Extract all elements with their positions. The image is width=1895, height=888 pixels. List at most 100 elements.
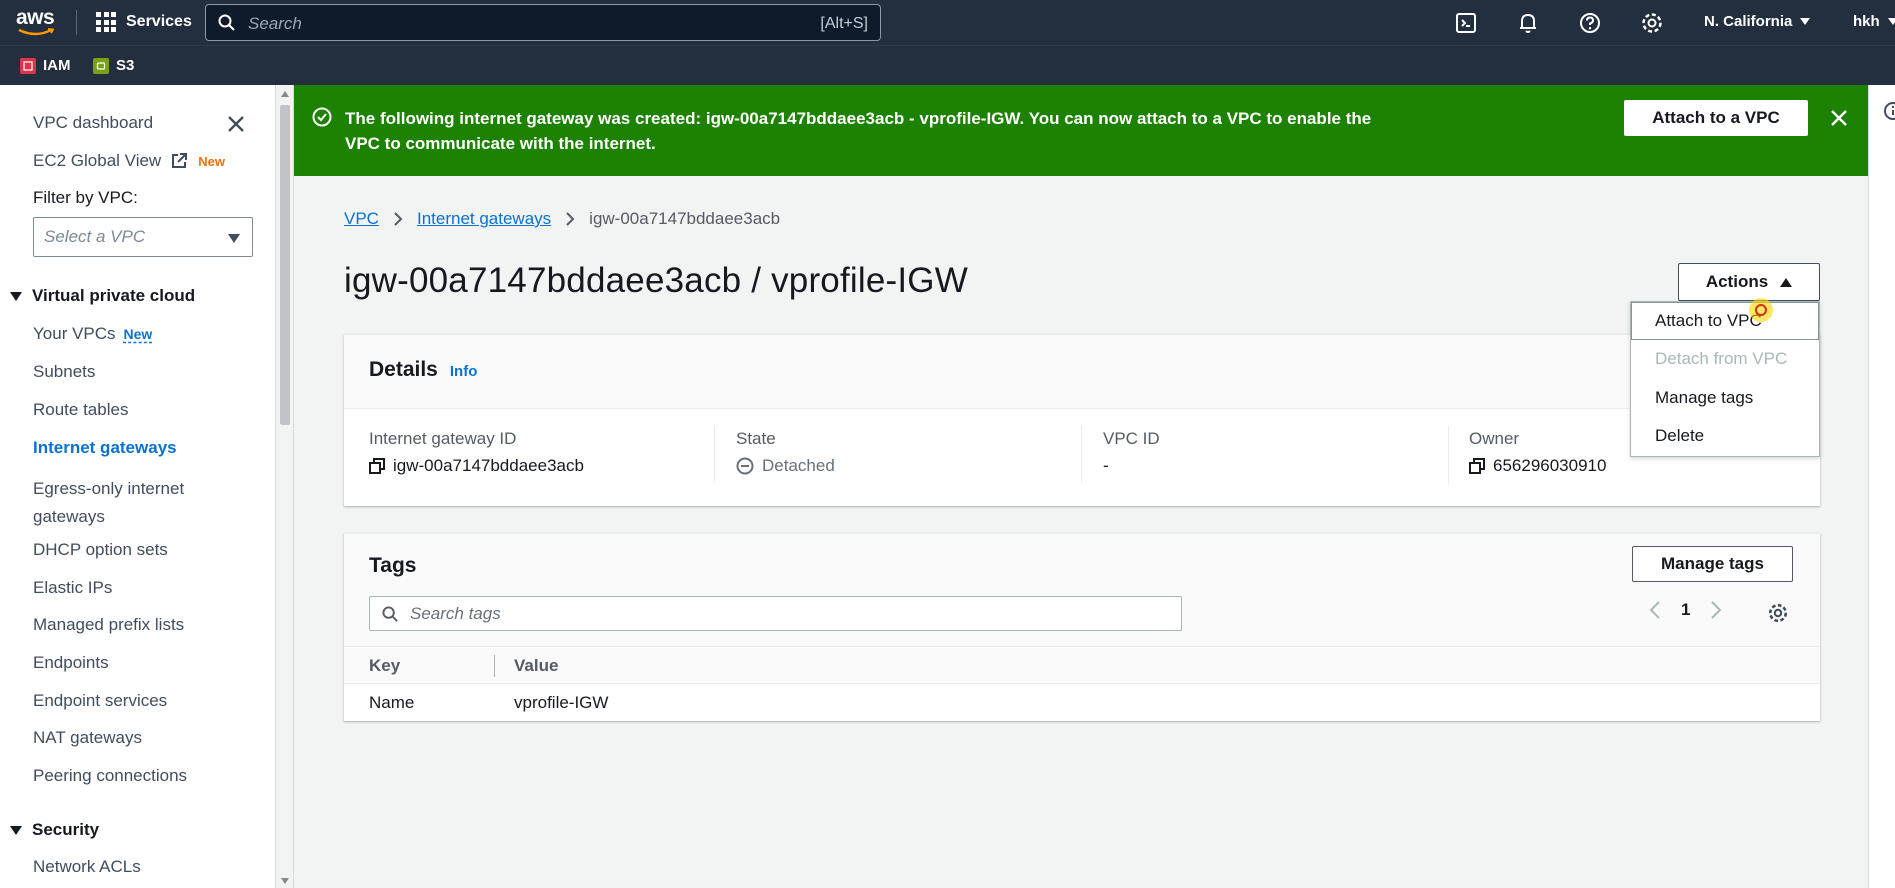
column-header-key[interactable]: Key: [369, 656, 400, 676]
account-menu[interactable]: hkh: [1853, 13, 1895, 30]
section-title: Virtual private cloud: [32, 286, 196, 305]
sidebar-item-label: Your VPCs: [33, 324, 116, 343]
chevron-right-icon[interactable]: [1710, 600, 1722, 620]
account-chevron-down-icon: [1887, 18, 1895, 25]
attach-to-vpc-banner-button[interactable]: Attach to a VPC: [1624, 100, 1808, 136]
chevron-left-icon[interactable]: [1649, 600, 1661, 620]
field-value-text: 656296030910: [1493, 456, 1607, 475]
menu-item-manage-tags[interactable]: Manage tags: [1655, 388, 1753, 408]
sidebar-item-endpoints[interactable]: Endpoints: [33, 653, 109, 673]
sidebar-item-network-acls[interactable]: Network ACLs: [33, 857, 141, 877]
breadcrumb-current: igw-00a7147bddaee3acb: [589, 209, 781, 228]
vpc-filter-select[interactable]: Select a VPC: [33, 217, 253, 257]
table-settings-gear-icon[interactable]: [1767, 602, 1789, 624]
sidebar-item-vpc-dashboard[interactable]: VPC dashboard: [33, 113, 153, 133]
vpc-sidebar: VPC dashboard EC2 Global View New Filter…: [0, 85, 276, 888]
menu-item-attach-to-vpc[interactable]: Attach to VPC: [1655, 311, 1762, 331]
field-divider: [714, 426, 715, 484]
top-navigation: aws Services Search [Alt+S] N. Californi…: [0, 0, 1895, 45]
search-icon: [382, 606, 398, 622]
manage-tags-button[interactable]: Manage tags: [1632, 546, 1793, 582]
tags-title: Tags: [369, 554, 417, 577]
settings-icon[interactable]: [1640, 11, 1664, 35]
scroll-up-arrow-icon[interactable]: [281, 91, 289, 97]
details-title-text: Details: [369, 358, 438, 381]
cloudshell-icon[interactable]: [1454, 11, 1478, 35]
sidebar-item-internet-gateways[interactable]: Internet gateways: [33, 438, 177, 458]
favorite-iam[interactable]: IAM: [20, 57, 71, 74]
sidebar-item-endpoint-services[interactable]: Endpoint services: [33, 691, 167, 711]
copy-icon[interactable]: [369, 458, 385, 474]
details-header: Details Info: [344, 335, 1820, 409]
tags-pagination: 1: [1649, 600, 1722, 620]
success-check-icon: [312, 107, 332, 127]
new-badge: New: [198, 153, 225, 169]
field-value-text: -: [1103, 456, 1109, 475]
table-row: Name vprofile-IGW: [344, 684, 1820, 722]
scroll-down-arrow-icon[interactable]: [281, 878, 289, 884]
tag-value-cell: vprofile-IGW: [514, 693, 609, 712]
stopped-status-icon: [736, 457, 754, 475]
menu-item-detach-from-vpc: Detach from VPC: [1655, 349, 1788, 368]
info-panel-icon[interactable]: [1883, 101, 1895, 121]
field-label-vpc-id: VPC ID: [1103, 429, 1160, 448]
scrollbar-thumb[interactable]: [280, 105, 290, 425]
tags-search-placeholder: Search tags: [410, 604, 501, 623]
aws-smile-icon: [18, 28, 54, 36]
field-value-vpc-id: -: [1103, 456, 1109, 476]
favorite-s3[interactable]: S3: [93, 57, 134, 74]
column-header-value[interactable]: Value: [514, 656, 558, 676]
filter-by-vpc-label: Filter by VPC:: [33, 188, 138, 207]
tag-key-cell: Name: [369, 693, 415, 712]
sidebar-item-dhcp-option-sets[interactable]: DHCP option sets: [33, 540, 168, 560]
search-icon: [218, 14, 235, 31]
menu-item-delete[interactable]: Delete: [1655, 426, 1704, 446]
bell-icon[interactable]: [1516, 11, 1540, 35]
tags-card: Tags Manage tags Search tags 1 Key Value…: [344, 533, 1820, 721]
flash-message: The following internet gateway was creat…: [345, 109, 1372, 153]
sidebar-item-nat-gateways[interactable]: NAT gateways: [33, 728, 142, 748]
global-search-input[interactable]: Search [Alt+S]: [205, 4, 881, 41]
section-security[interactable]: Security: [10, 820, 99, 840]
copy-icon[interactable]: [1469, 458, 1485, 474]
sidebar-item-label: EC2 Global View: [33, 151, 162, 170]
sidebar-item-ec2-global-view[interactable]: EC2 Global View New: [33, 151, 225, 171]
sidebar-item-your-vpcs[interactable]: Your VPCs New: [33, 324, 152, 344]
sidebar-item-subnets[interactable]: Subnets: [33, 362, 95, 382]
field-value-owner: 656296030910: [1469, 456, 1606, 476]
sidebar-item-egress-only-internet-gateways[interactable]: Egress-only internet gateways: [33, 475, 184, 531]
caret-up-icon: [1780, 277, 1793, 287]
sidebar-item-peering-connections[interactable]: Peering connections: [33, 766, 187, 786]
aws-logo-text: aws: [16, 6, 55, 29]
region-selector[interactable]: N. California: [1704, 13, 1811, 30]
chevron-down-icon: [228, 234, 240, 243]
right-tools-panel: [1868, 85, 1895, 888]
iam-service-icon: [20, 57, 36, 74]
actions-dropdown-button[interactable]: Actions: [1678, 263, 1820, 301]
sidebar-item-managed-prefix-lists[interactable]: Managed prefix lists: [33, 615, 184, 635]
actions-menu: Attach to VPC Detach from VPC Manage tag…: [1630, 301, 1820, 457]
close-icon[interactable]: [1829, 108, 1849, 128]
section-virtual-private-cloud[interactable]: Virtual private cloud: [10, 286, 195, 306]
help-icon[interactable]: [1578, 11, 1602, 35]
new-badge: New: [123, 326, 153, 342]
column-divider[interactable]: [494, 655, 495, 677]
actions-label: Actions: [1705, 272, 1769, 291]
favorite-s3-label: S3: [116, 57, 135, 74]
field-divider: [1081, 426, 1082, 484]
field-label-internet-gateway-id: Internet gateway ID: [369, 429, 517, 448]
info-link[interactable]: Info: [450, 363, 478, 380]
tags-search-input[interactable]: Search tags: [369, 596, 1182, 631]
page-number[interactable]: 1: [1681, 600, 1690, 620]
services-grid-icon: [96, 12, 116, 32]
breadcrumb-internet-gateways-link[interactable]: Internet gateways: [417, 209, 551, 229]
close-icon[interactable]: [226, 114, 246, 134]
sidebar-scrollbar[interactable]: [276, 85, 294, 888]
favorites-bar: IAM S3: [0, 45, 1895, 85]
services-menu-button[interactable]: Services: [96, 12, 192, 32]
sidebar-item-route-tables[interactable]: Route tables: [33, 400, 128, 420]
details-title: Details Info: [369, 358, 477, 382]
sidebar-item-elastic-ips[interactable]: Elastic IPs: [33, 578, 112, 598]
aws-logo[interactable]: aws: [16, 6, 56, 38]
breadcrumb-vpc-link[interactable]: VPC: [344, 209, 379, 229]
